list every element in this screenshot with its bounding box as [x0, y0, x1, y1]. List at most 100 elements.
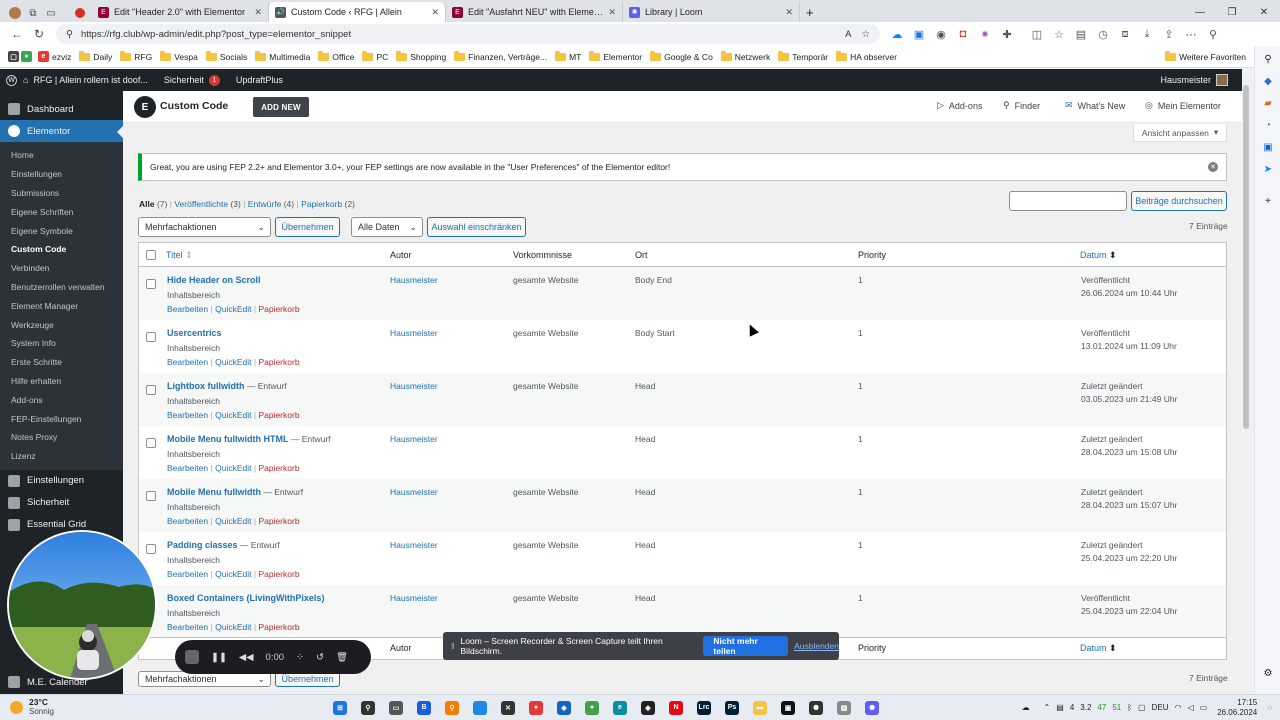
extension-icon[interactable]: ✷ [974, 23, 996, 45]
search-icon[interactable]: ⚲ [357, 697, 379, 719]
quickedit-link[interactable]: QuickEdit [215, 622, 251, 632]
submenu-item[interactable]: Erste Schritte [0, 353, 123, 372]
extension-icon[interactable]: ◉ [930, 23, 952, 45]
chrome-canary-icon[interactable]: ● [525, 697, 547, 719]
menu-elementor[interactable]: Elementor [0, 120, 123, 142]
submenu-item[interactable]: Einstellungen [0, 165, 123, 184]
row-title-link[interactable]: Usercentrics [167, 328, 222, 338]
submenu-item[interactable]: Werkzeuge [0, 315, 123, 334]
cloud-extension-icon[interactable]: ☁ [886, 23, 908, 45]
bookmark-item[interactable]: Vespa [156, 50, 202, 62]
submenu-item[interactable]: Custom Code [0, 240, 123, 259]
url-field[interactable]: ⚲ https://rfg.club/wp-admin/edit.php?pos… [56, 24, 880, 44]
browser-tab[interactable]: E Edit "Header 2.0" with Elementor ✕ [92, 2, 269, 22]
menu-item[interactable]: Einstellungen [0, 470, 123, 492]
close-tab-icon[interactable]: ✕ [431, 7, 439, 18]
submenu-item[interactable]: FEP-Einstellungen [0, 409, 123, 428]
trash-link[interactable]: Papierkorb [258, 357, 299, 367]
quickedit-link[interactable]: QuickEdit [215, 463, 251, 473]
page-scrollbar[interactable] [1242, 69, 1250, 689]
inkscape-icon[interactable]: ◆ [637, 697, 659, 719]
trash-link[interactable]: Papierkorb [258, 569, 299, 579]
bookmark-item[interactable]: MT [551, 50, 585, 62]
quickedit-link[interactable]: QuickEdit [215, 304, 251, 314]
split-icon[interactable]: ⧈ [1114, 23, 1136, 45]
edit-link[interactable]: Bearbeiten [167, 569, 208, 579]
bookmark-item[interactable]: Socials [202, 50, 251, 62]
chrome-icon[interactable]: ● [581, 697, 603, 719]
loom-icon[interactable]: ✺ [861, 697, 883, 719]
menu-item[interactable]: Sicherheit [0, 492, 123, 514]
extension-icon[interactable]: ▣ [908, 23, 930, 45]
vpn-icon[interactable]: ◈ [553, 697, 575, 719]
close-tab-icon[interactable]: ✕ [785, 7, 793, 18]
submenu-item[interactable]: Eigene Symbole [0, 221, 123, 240]
row-title-link[interactable]: Mobile Menu fullwidth [167, 487, 261, 497]
drawing-icon[interactable]: ⁘ [296, 652, 304, 663]
webcam-bubble[interactable] [7, 530, 157, 680]
column-title[interactable]: Titel ⇕ [166, 250, 193, 261]
submenu-item[interactable]: Notes Proxy [0, 428, 123, 447]
edit-link[interactable]: Bearbeiten [167, 410, 208, 420]
paint-icon[interactable]: ▧ [833, 697, 855, 719]
scrollbar-thumb[interactable] [1243, 85, 1249, 429]
close-tab-icon[interactable]: ✕ [254, 7, 262, 18]
wifi-icon[interactable]: ◠ [1174, 703, 1181, 712]
edit-link[interactable]: Bearbeiten [167, 622, 208, 632]
submenu-item[interactable]: Verbinden [0, 259, 123, 278]
trash-icon[interactable]: 🗑 [336, 652, 348, 663]
bookmark-item[interactable]: e ezviz [34, 51, 75, 62]
search-icon[interactable]: ⚲ [1202, 23, 1224, 45]
row-checkbox[interactable] [146, 332, 156, 342]
stop-sharing-button[interactable]: Nicht mehr teilen [703, 636, 789, 656]
admin-bar-user[interactable]: Hausmeister [1152, 69, 1242, 91]
code-icon[interactable] [469, 697, 491, 719]
trash-link[interactable]: Papierkorb [258, 463, 299, 473]
more-menu-icon[interactable]: ⋯ [1180, 23, 1202, 45]
clock[interactable]: 17:15 26.06.2024 [1217, 698, 1257, 716]
bookmark-item[interactable]: Google & Co [646, 50, 717, 62]
tools-icon[interactable]: ▰ [1255, 92, 1280, 114]
view-all[interactable]: Alle [139, 199, 155, 209]
split-screen-icon[interactable]: ◫ [1026, 23, 1048, 45]
extensions-puzzle-icon[interactable]: ✚ [996, 23, 1018, 45]
bitwarden-icon[interactable]: B [413, 697, 435, 719]
submenu-item[interactable]: Hilfe erhalten [0, 372, 123, 391]
favorite-star-icon[interactable]: ☆ [861, 29, 870, 40]
tab-actions-icon[interactable]: ▭ [42, 4, 60, 22]
finder-link[interactable]: ⚲ Finder [1003, 100, 1040, 111]
row-checkbox[interactable] [146, 491, 156, 501]
lightroom-icon[interactable]: Lrc [693, 697, 715, 719]
my-elementor-link[interactable]: ◎ Mein Elementor [1145, 100, 1221, 111]
xmind-icon[interactable]: ✕ [497, 697, 519, 719]
windows-start-icon[interactable]: ⊞ [329, 697, 351, 719]
bookmark-item[interactable]: Finanzen, Verträge... [450, 50, 551, 62]
submenu-item[interactable]: Eigene Schriften [0, 202, 123, 221]
row-author[interactable]: Hausmeister [390, 540, 438, 550]
maximize-icon[interactable]: ❐ [1216, 2, 1248, 22]
site-info-icon[interactable]: ⚲ [66, 29, 73, 40]
whats-new-link[interactable]: ✉ What's New [1065, 100, 1125, 111]
bookmark-item[interactable]: HA observer [832, 50, 901, 62]
terminal-icon[interactable]: ▣ [777, 697, 799, 719]
footer-column-date[interactable]: Datum ⬍ [1080, 643, 1117, 654]
bookmark-item[interactable]: RFG [116, 50, 156, 62]
close-window-icon[interactable]: ✕ [1248, 2, 1280, 22]
recording-icon[interactable] [68, 4, 92, 22]
edit-link[interactable]: Bearbeiten [167, 304, 208, 314]
explorer-icon[interactable]: ▬ [749, 697, 771, 719]
outlook-icon[interactable]: ▣ [1255, 136, 1280, 158]
history-icon[interactable]: ◷ [1092, 23, 1114, 45]
select-all-checkbox[interactable] [146, 250, 156, 260]
sidebar-settings-icon[interactable]: ⚙ [1255, 662, 1280, 684]
filter-button[interactable]: Auswahl einschränken [427, 217, 526, 237]
add-sidebar-icon[interactable]: + [1255, 190, 1280, 212]
read-aloud-icon[interactable]: A [845, 29, 851, 40]
row-author[interactable]: Hausmeister [390, 381, 438, 391]
workspaces-icon[interactable]: ⧉ [24, 4, 42, 22]
view-trash[interactable]: Papierkorb [301, 199, 342, 209]
row-author[interactable]: Hausmeister [390, 328, 438, 338]
row-author[interactable]: Hausmeister [390, 275, 438, 285]
row-title-link[interactable]: Lightbox fullwidth [167, 381, 244, 391]
battery-icon[interactable]: ▭ [1200, 703, 1208, 712]
